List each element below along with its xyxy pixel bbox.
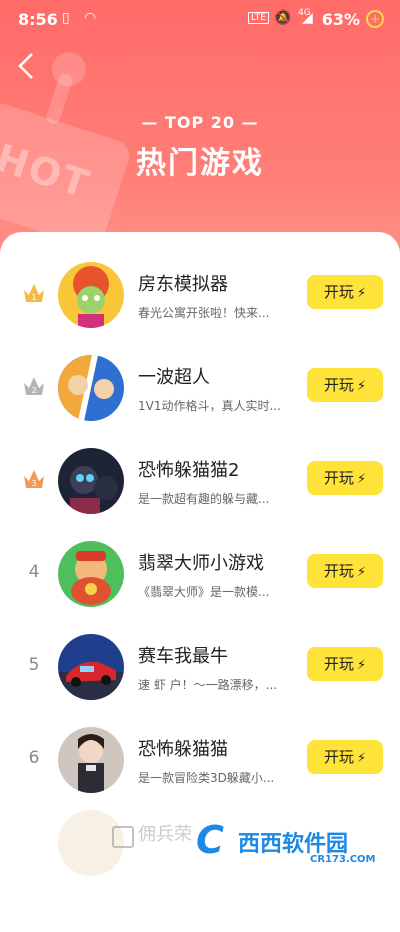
- bronze-crown-icon: 3: [24, 470, 44, 488]
- game-name: 赛车我最牛: [138, 646, 228, 667]
- game-row-6[interactable]: 6 恐怖躲猫猫 是一款冒险类3D躲藏小... 开玩 ⚡: [0, 713, 400, 806]
- svg-text:3: 3: [31, 479, 36, 488]
- volte-icon: LTE: [248, 12, 269, 24]
- top-20-label: — TOP 20 —: [141, 113, 259, 132]
- play-button-label: 开玩: [323, 376, 354, 394]
- svg-text:2: 2: [31, 386, 36, 395]
- status-time: 8:56: [18, 10, 58, 29]
- game-avatar[interactable]: [58, 448, 124, 514]
- game-row-5[interactable]: 5 赛车我最牛 速 虾 户！～一路漂移，... 开玩 ⚡: [0, 620, 400, 713]
- gold-crown-icon: 1: [24, 284, 44, 302]
- game-name: 恐怖躲猫猫: [138, 739, 228, 760]
- game-avatar[interactable]: [58, 634, 124, 700]
- play-button[interactable]: 开玩 ⚡: [307, 554, 383, 588]
- play-button-label: 开玩: [323, 283, 354, 301]
- rank-number: 5: [28, 655, 40, 675]
- game-avatar[interactable]: [58, 727, 124, 793]
- game-row-3[interactable]: 3 恐怖躲猫猫2 是一款超有趣的躲与藏... 开玩 ⚡: [0, 434, 400, 527]
- game-description: 《翡翠大师》是一款模...: [138, 585, 270, 599]
- game-name: 恐怖躲猫猫2: [138, 460, 240, 481]
- game-avatar[interactable]: [58, 262, 124, 328]
- game-row-2[interactable]: 2 一波超人 1V1动作格斗，真人实时... 开玩 ⚡: [0, 341, 400, 434]
- back-icon[interactable]: [18, 52, 44, 82]
- lightning-icon: ⚡: [356, 472, 367, 487]
- game-description: 是一款超有趣的躲与藏...: [138, 492, 270, 506]
- signal-icon: ◢: [302, 10, 313, 26]
- watermark-box-icon: [112, 826, 134, 848]
- battery-percent: 63%: [321, 10, 360, 29]
- play-button[interactable]: 开玩 ⚡: [307, 461, 383, 495]
- lightning-icon: ⚡: [356, 286, 367, 301]
- rank-number: 6: [28, 748, 40, 768]
- game-description: 速 虾 户！～一路漂移，...: [138, 678, 278, 692]
- site-watermark: C 西西软件园 CR173.COM: [110, 818, 400, 865]
- game-row-4[interactable]: 4 翡翠大师小游戏 《翡翠大师》是一款模... 开玩 ⚡: [0, 527, 400, 620]
- game-description: 1V1动作格斗，真人实时...: [138, 399, 281, 413]
- rank-number: 4: [28, 562, 40, 582]
- watermark-logo-icon: C: [196, 818, 224, 862]
- game-row-1[interactable]: 1 房东模拟器 春光公寓开张啦！快来... 开玩 ⚡: [0, 248, 400, 341]
- status-bar: 8:56 ▯ ◠ LTE 🔕 4G ◢ 63% +: [0, 0, 400, 40]
- lightning-icon: ⚡: [356, 565, 367, 580]
- game-description: 是一款冒险类3D躲藏小...: [138, 771, 275, 785]
- watermark-subtext: CR173.COM: [310, 854, 376, 865]
- game-name: 翡翠大师小游戏: [138, 553, 264, 574]
- play-button-label: 开玩: [323, 655, 354, 673]
- game-avatar[interactable]: [58, 355, 124, 421]
- play-button[interactable]: 开玩 ⚡: [307, 275, 383, 309]
- svg-text:1: 1: [31, 293, 36, 302]
- play-button-label: 开玩: [323, 748, 354, 766]
- play-button[interactable]: 开玩 ⚡: [307, 647, 383, 681]
- mute-bell-icon: 🔕: [274, 10, 292, 26]
- page-title: 热门游戏: [136, 146, 264, 181]
- lightning-icon: ⚡: [356, 379, 367, 394]
- silver-crown-icon: 2: [24, 377, 44, 395]
- play-button-label: 开玩: [323, 469, 354, 487]
- play-button[interactable]: 开玩 ⚡: [307, 740, 383, 774]
- game-name: 房东模拟器: [138, 274, 228, 295]
- game-avatar[interactable]: [58, 541, 124, 607]
- play-button[interactable]: 开玩 ⚡: [307, 368, 383, 402]
- lightning-icon: ⚡: [356, 658, 367, 673]
- sim-icon: ▯: [62, 10, 70, 26]
- lightning-icon: ⚡: [356, 751, 367, 766]
- battery-saver-icon: +: [366, 10, 384, 28]
- play-button-label: 开玩: [323, 562, 354, 580]
- app-notification-icon: ◠: [84, 10, 97, 26]
- game-description: 春光公寓开张啦！快来...: [138, 306, 270, 320]
- game-name: 一波超人: [138, 367, 210, 388]
